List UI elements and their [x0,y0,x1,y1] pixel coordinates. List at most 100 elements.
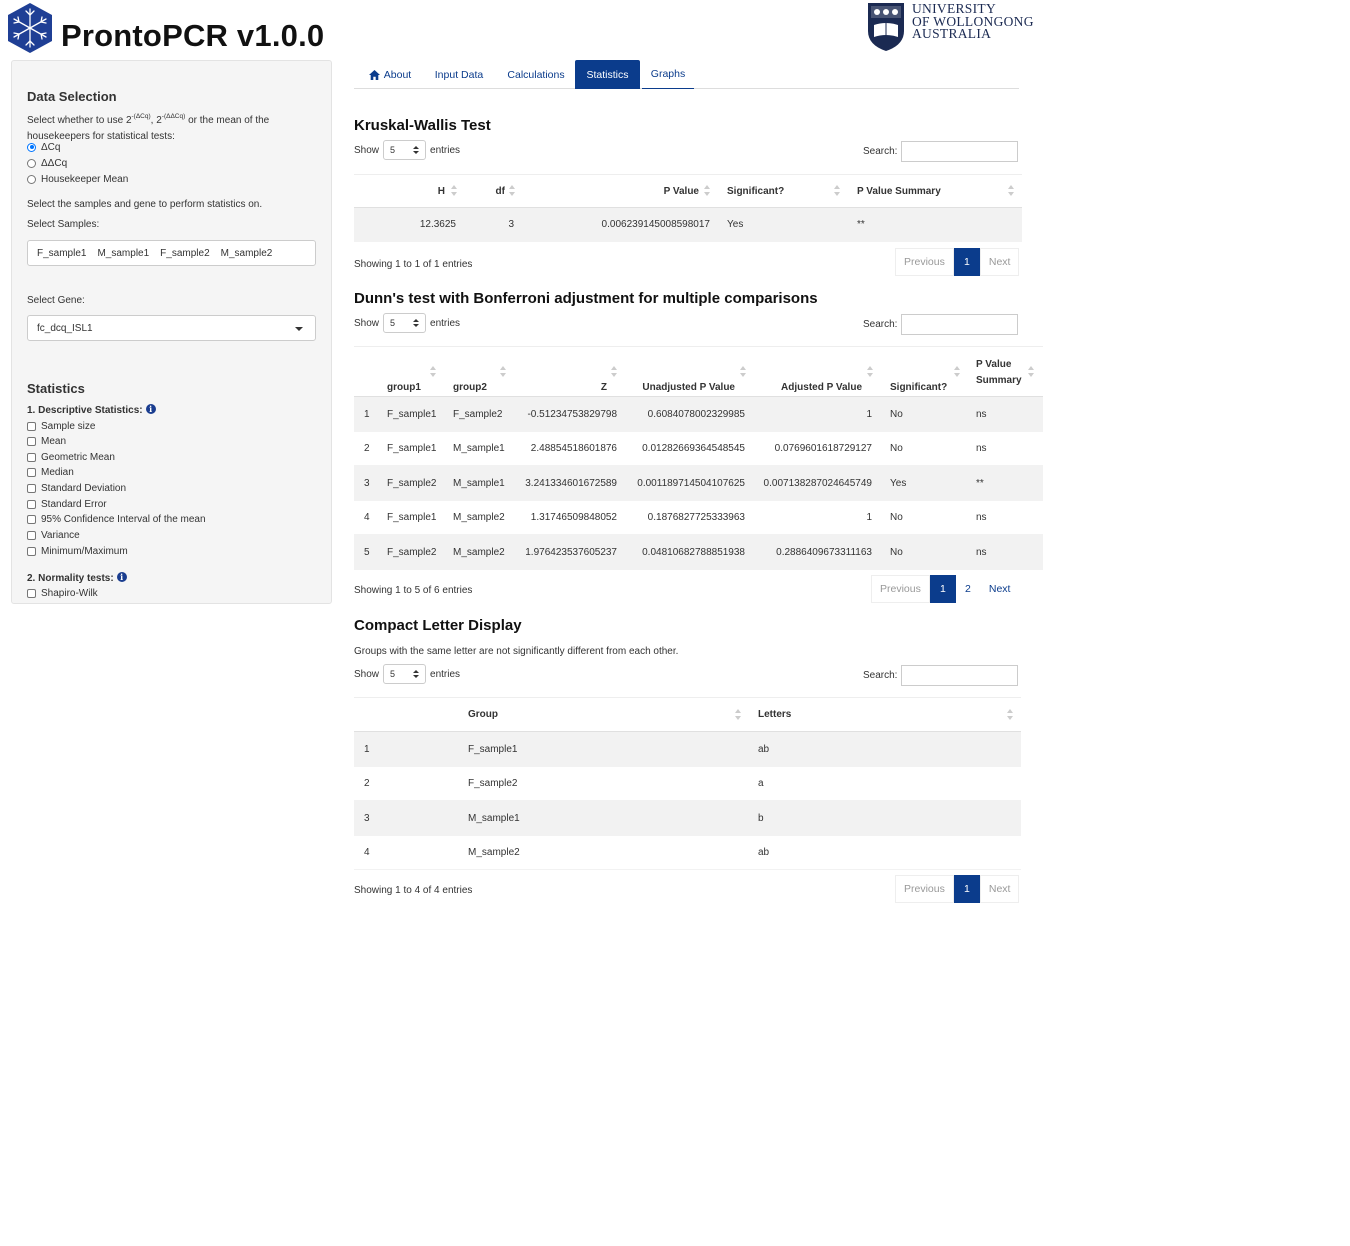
select-samples-input[interactable]: F_sample1 M_sample1 F_sample2 M_sample2 [27,240,316,266]
kruskal-info: Showing 1 to 1 of 1 entries [354,259,473,270]
entries-per-page-select[interactable]: 5 [383,140,427,160]
radio-ddcq-icon[interactable] [27,158,36,168]
sidebar-panel: Data Selection Select whether to use 2-(… [11,60,332,604]
tab-about[interactable]: About [359,60,421,89]
page-2-button[interactable]: 2 [955,575,980,603]
checkbox-icon[interactable] [27,467,36,477]
radio-dcq-selected-icon[interactable] [27,142,36,152]
sort-icon[interactable] [611,365,617,378]
page-1-button[interactable]: 1 [953,875,980,903]
dunn-pagination: Previous 1 2 Next [871,575,1020,603]
header-df[interactable]: df [464,175,505,207]
checkbox-geometric-mean[interactable]: Geometric Mean [27,450,115,464]
checkbox-sample-size[interactable]: Sample size [27,419,95,433]
sort-icon[interactable] [430,365,436,378]
sort-icon[interactable] [867,365,873,378]
previous-button[interactable]: Previous [871,575,930,603]
samples-gene-instruction: Select the samples and gene to perform s… [27,199,263,210]
checkbox-confidence-interval[interactable]: 95% Confidence Interval of the mean [27,512,206,526]
header-group[interactable]: Group [468,698,498,731]
sort-icon[interactable] [740,365,746,378]
sort-icon[interactable] [509,185,515,197]
previous-button[interactable]: Previous [895,875,954,903]
table-row: 1 F_sample1 ab [354,732,1021,767]
page-1-button[interactable]: 1 [953,248,980,276]
header-p-value-summary[interactable]: P Value Summary [976,357,1022,389]
info-icon[interactable]: i [116,572,127,582]
radio-housekeeper-mean[interactable]: Housekeeper Mean [27,172,128,186]
checkbox-icon[interactable] [27,436,36,446]
search-input[interactable] [901,141,1019,162]
sample-tag[interactable]: M_sample1 [97,248,149,259]
tab-calculations[interactable]: Calculations [497,60,575,89]
checkbox-standard-error[interactable]: Standard Error [27,497,107,511]
checkbox-minimum-maximum[interactable]: Minimum/Maximum [27,544,128,558]
checkbox-median[interactable]: Median [27,465,74,479]
checkbox-mean[interactable]: Mean [27,434,66,448]
university-name: UNIVERSITY OF WOLLONGONG AUSTRALIA [912,1,1034,41]
sort-icon[interactable] [1007,708,1013,721]
entries-per-page-select[interactable]: 5 [383,313,427,333]
header-p-value-summary[interactable]: P Value Summary [857,175,941,207]
chevron-down-icon [295,327,303,331]
descriptive-statistics-title: 1. Descriptive Statistics: i [27,403,156,419]
radio-housekeeper-mean-icon[interactable] [27,174,36,184]
sort-icon[interactable] [500,365,506,378]
tab-input-data[interactable]: Input Data [426,60,492,89]
dunn-title: Dunn's test with Bonferroni adjustment f… [354,290,818,307]
table-row: 3 F_sample2 M_sample1 3.241334601672589 … [354,466,1043,501]
previous-button[interactable]: Previous [895,248,954,276]
header-p-value[interactable]: P Value [524,175,699,207]
next-button[interactable]: Next [979,248,1020,276]
next-button[interactable]: Next [979,875,1020,903]
sort-icon[interactable] [704,185,710,197]
header-significant[interactable]: Significant? [727,175,784,207]
cld-note: Groups with the same letter are not sign… [354,646,679,657]
radio-dcq[interactable]: ΔCq [27,140,60,154]
sort-icon[interactable] [954,365,960,378]
sample-tag[interactable]: F_sample2 [160,248,209,259]
search-input[interactable] [901,665,1019,686]
tab-statistics[interactable]: Statistics [575,60,640,89]
cld-title: Compact Letter Display [354,617,522,634]
select-gene-dropdown[interactable]: fc_dcq_ISL1 [27,315,316,341]
sort-icon[interactable] [451,185,457,197]
sort-icon[interactable] [1008,185,1014,197]
checkbox-icon[interactable] [27,530,36,540]
cld-search: Search: [863,665,1019,686]
info-icon[interactable]: i [145,404,156,414]
checkbox-icon[interactable] [27,421,36,431]
cld-length-control: Show 5 entries [354,664,460,684]
table-row: 12.3625 3 0.006239145008598017 Yes ** [354,208,1022,242]
checkbox-variance[interactable]: Variance [27,528,80,542]
sort-icon[interactable] [735,708,741,721]
sort-icon[interactable] [834,185,840,197]
checkbox-shapiro-wilk[interactable]: Shapiro-Wilk [27,586,98,600]
checkbox-icon[interactable] [27,483,36,493]
checkbox-icon[interactable] [27,546,36,556]
main-tabs: About Input Data Calculations Statistics… [354,60,1019,89]
checkbox-icon[interactable] [27,588,36,598]
table-row: 3 M_sample1 b [354,801,1021,836]
sample-tag[interactable]: M_sample2 [221,248,273,259]
kruskal-title: Kruskal-Wallis Test [354,117,491,134]
entries-per-page-select[interactable]: 5 [383,664,427,684]
sort-icon[interactable] [1028,365,1034,378]
radio-ddcq[interactable]: ΔΔCq [27,156,67,170]
next-button[interactable]: Next [979,575,1020,603]
sample-tag[interactable]: F_sample1 [37,248,86,259]
kruskal-table-header: H df P Value Significant? P Value Summar… [354,174,1022,208]
checkbox-icon[interactable] [27,499,36,509]
checkbox-standard-deviation[interactable]: Standard Deviation [27,481,126,495]
search-input[interactable] [901,314,1019,335]
tab-graphs[interactable]: Graphs [642,60,694,89]
checkbox-icon[interactable] [27,514,36,524]
prontopcr-logo-icon [8,3,52,53]
header-letters[interactable]: Letters [758,698,791,731]
checkbox-icon[interactable] [27,452,36,462]
table-row: 4 F_sample1 M_sample2 1.31746509848052 0… [354,501,1043,535]
home-icon [368,69,380,80]
page-1-button[interactable]: 1 [929,575,956,603]
header-h[interactable]: H [354,175,445,207]
table-row: 2 F_sample1 M_sample1 2.48854518601876 0… [354,432,1043,466]
